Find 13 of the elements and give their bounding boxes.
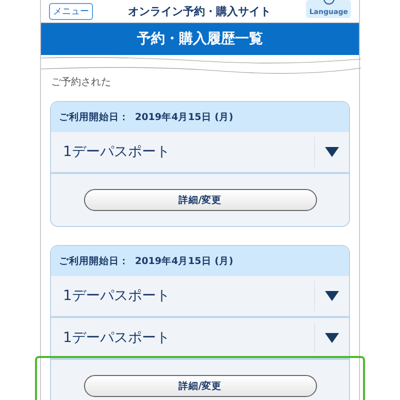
details-button[interactable]: 詳細/変更 <box>84 189 316 211</box>
intro-text: ご予約された <box>51 77 111 88</box>
date-value: 2019年4月15日 (月) <box>135 110 234 124</box>
dropdown-arrow-icon <box>325 291 339 301</box>
menu-button[interactable]: メニュー <box>49 2 93 20</box>
page-title: 予約・購入履歴一覧 <box>41 23 359 55</box>
details-button[interactable]: 詳細/変更 <box>84 375 316 397</box>
date-value: 2019年4月15日 (月) <box>135 254 234 268</box>
dropdown-arrow-icon <box>325 333 339 343</box>
date-label: ご利用開始日： <box>59 254 129 268</box>
site-title: オンライン予約・購入サイト <box>128 4 272 18</box>
date-label: ご利用開始日： <box>59 110 129 124</box>
dropdown-arrow-icon <box>325 147 339 157</box>
